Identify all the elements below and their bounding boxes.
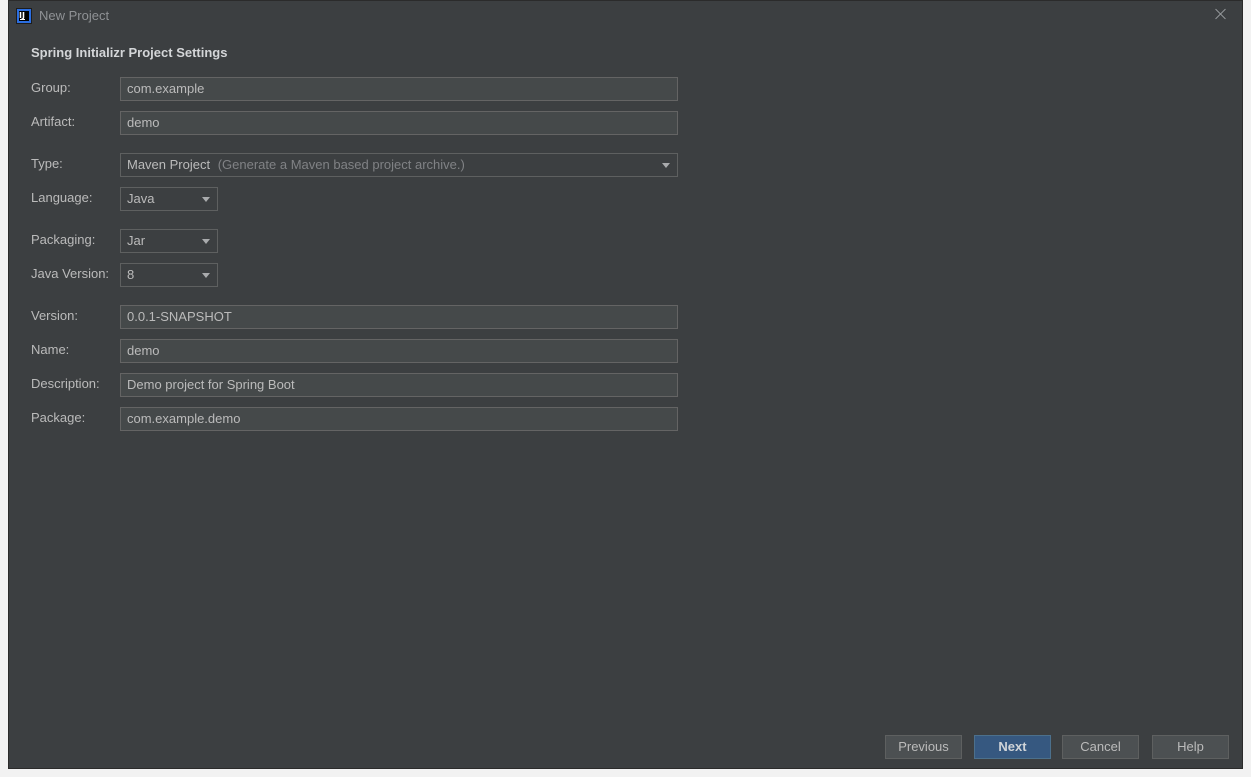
packaging-dropdown[interactable]: Jar [120,229,218,253]
name-label: Name: [31,342,70,357]
version-field[interactable]: 0.0.1-SNAPSHOT [120,305,678,329]
package-label: Package: [31,410,86,425]
window-title: New Project [39,8,110,23]
new-project-dialog: IJ New Project Spring Initializr Project… [8,0,1243,769]
package-field[interactable]: com.example.demo [120,407,678,431]
previous-button[interactable]: Previous [885,735,962,759]
packaging-label: Packaging: [31,232,96,247]
chevron-down-icon [202,239,210,244]
chevron-down-icon [202,197,210,202]
name-field[interactable]: demo [120,339,678,363]
intellij-app-icon: IJ [16,8,32,24]
java-version-value: 8 [127,267,135,282]
help-button[interactable]: Help [1152,735,1229,759]
section-title: Spring Initializr Project Settings [31,45,228,60]
type-value: Maven Project [127,157,211,172]
description-label: Description: [31,376,100,391]
chevron-down-icon [662,163,670,168]
chevron-down-icon [202,273,210,278]
group-field[interactable]: com.example [120,77,678,101]
packaging-value: Jar [127,233,146,248]
artifact-field[interactable]: demo [120,111,678,135]
version-label: Version: [31,308,78,323]
title-bar: IJ New Project [9,1,1242,31]
description-field[interactable]: Demo project for Spring Boot [120,373,678,397]
close-icon[interactable] [1214,7,1228,21]
type-label: Type: [31,156,63,171]
java-version-label: Java Version: [31,266,110,281]
cancel-button[interactable]: Cancel [1062,735,1139,759]
type-dropdown[interactable]: Maven Project (Generate a Maven based pr… [120,153,678,177]
type-hint: (Generate a Maven based project archive.… [217,157,465,172]
next-button[interactable]: Next [974,735,1051,759]
artifact-label: Artifact: [31,114,76,129]
language-value: Java [127,191,155,206]
group-label: Group: [31,80,71,95]
java-version-dropdown[interactable]: 8 [120,263,218,287]
language-label: Language: [31,190,93,205]
language-dropdown[interactable]: Java [120,187,218,211]
